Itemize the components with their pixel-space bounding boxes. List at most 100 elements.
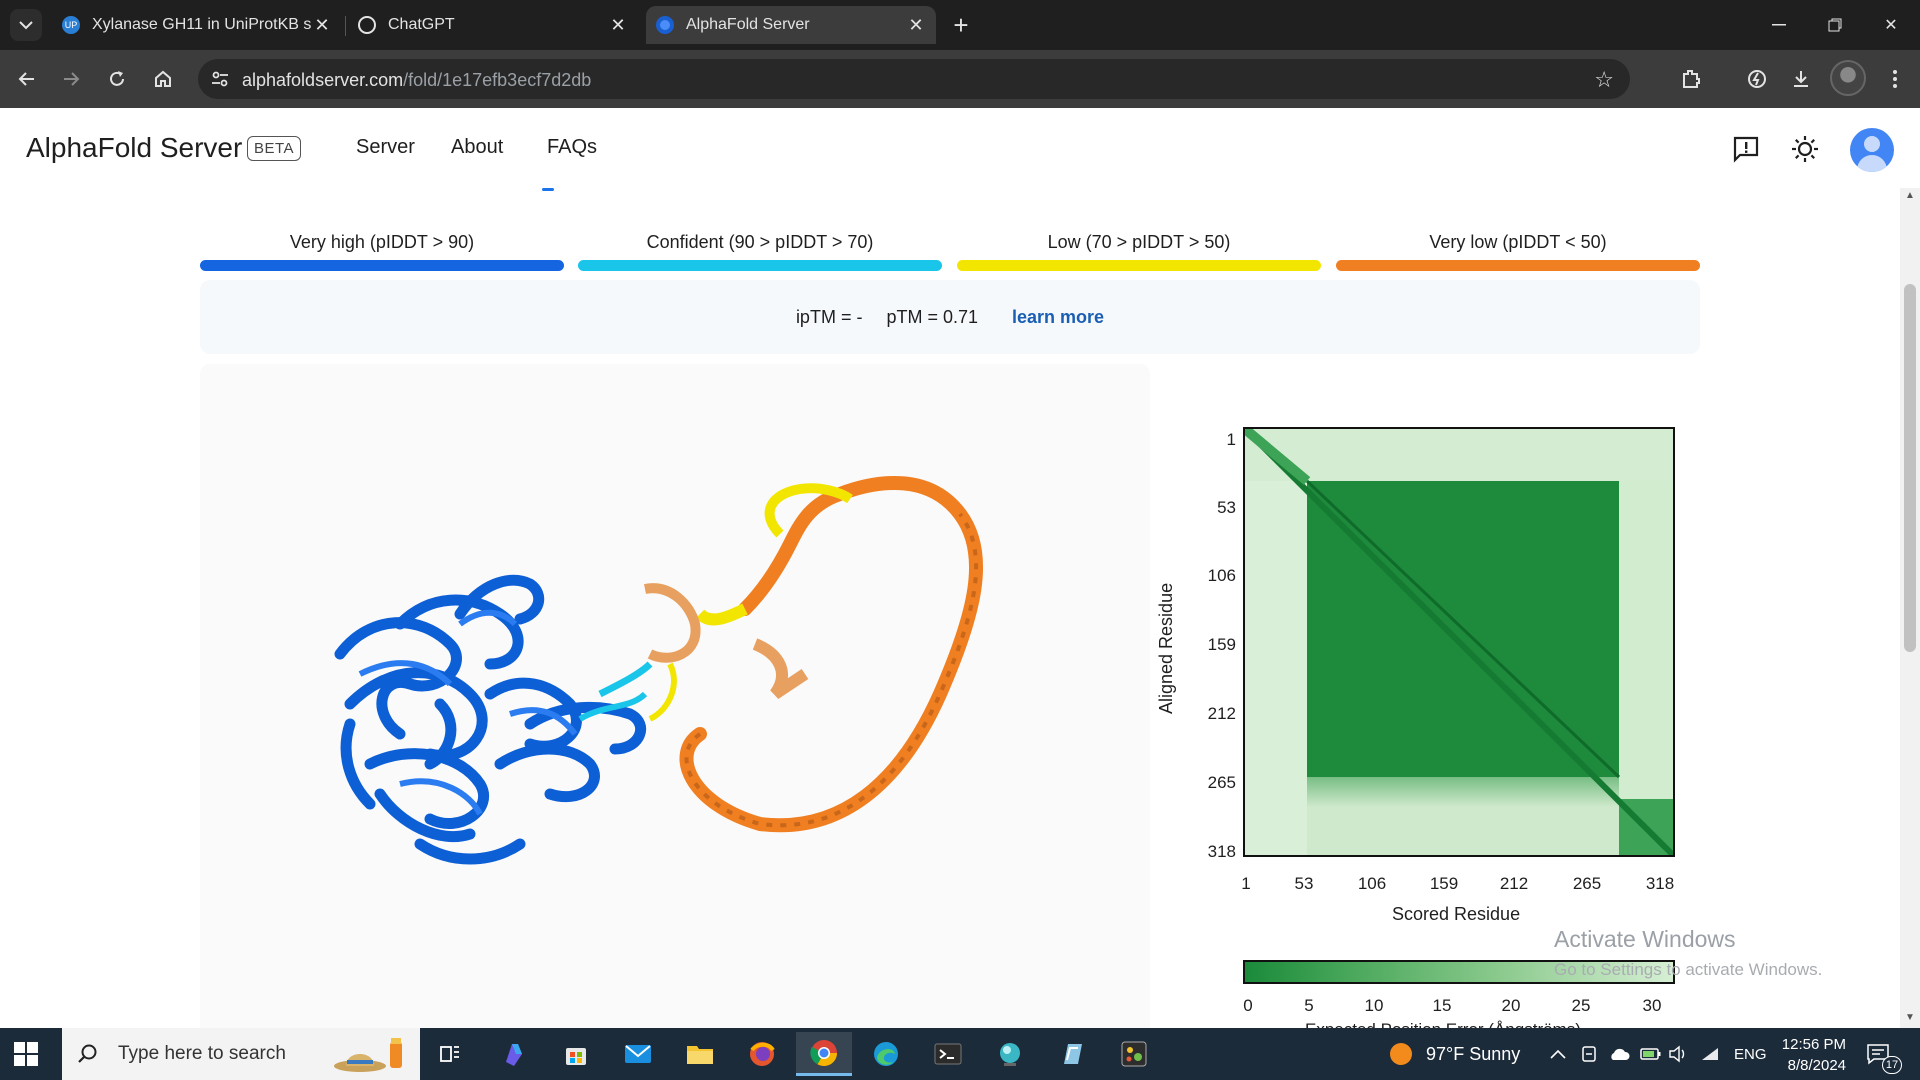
tab-search-icon[interactable] xyxy=(10,9,42,41)
volume-icon[interactable] xyxy=(1668,1028,1688,1080)
microsoft-store-icon[interactable] xyxy=(548,1032,604,1076)
mail-icon[interactable] xyxy=(610,1032,666,1076)
language-indicator[interactable]: ENG xyxy=(1734,1028,1767,1080)
x-tick: 53 xyxy=(1294,874,1314,893)
colorbar-tick: 10 xyxy=(1364,996,1384,1015)
menu-kebab-icon[interactable] xyxy=(1880,64,1910,94)
site-info-icon[interactable] xyxy=(210,69,230,89)
taskbar-search[interactable]: Type here to search xyxy=(62,1028,420,1080)
feedback-icon[interactable] xyxy=(1729,132,1763,166)
bookmark-star-icon[interactable]: ☆ xyxy=(1594,67,1614,93)
brand-title[interactable]: AlphaFold Server xyxy=(26,132,242,164)
y-tick: 53 xyxy=(1217,498,1236,517)
download-icon[interactable] xyxy=(1786,64,1816,94)
minimize-button[interactable] xyxy=(1750,0,1808,50)
tab-chatgpt[interactable]: ChatGPT ✕ xyxy=(348,8,638,42)
photo-app-icon[interactable] xyxy=(1106,1032,1162,1076)
structure-viewer[interactable] xyxy=(200,364,1150,1028)
forward-button[interactable] xyxy=(56,64,86,94)
extensions-icon[interactable] xyxy=(1676,64,1706,94)
scroll-thumb[interactable] xyxy=(1904,284,1916,652)
y-tick: 1 xyxy=(1226,430,1236,449)
nav-active-indicator xyxy=(542,188,554,191)
chrome-icon[interactable] xyxy=(796,1032,852,1076)
weather-widget[interactable]: 97°F Sunny xyxy=(1388,1028,1520,1080)
close-tab-icon[interactable]: ✕ xyxy=(312,15,332,35)
notification-count: 17 xyxy=(1882,1056,1902,1074)
firefox-icon[interactable] xyxy=(734,1032,790,1076)
windows-start-icon[interactable] xyxy=(14,1042,38,1066)
home-button[interactable] xyxy=(148,64,178,94)
legend-label: Confident (90 > pIDDT > 70) xyxy=(646,232,874,252)
x-tick: 159 xyxy=(1429,874,1459,893)
y-tick: 265 xyxy=(1207,773,1236,792)
colorbar-tick: 20 xyxy=(1501,996,1521,1015)
user-avatar[interactable] xyxy=(1850,128,1894,172)
close-tab-icon[interactable]: ✕ xyxy=(906,15,926,35)
search-highlight-hat-icon xyxy=(334,1038,402,1072)
y-tick: 212 xyxy=(1207,704,1236,723)
windows-taskbar: Type here to search 97°F Sunny ENG 12:56… xyxy=(0,1028,1920,1080)
tab-title: ChatGPT xyxy=(388,16,455,33)
close-tab-icon[interactable]: ✕ xyxy=(608,15,628,35)
tab-separator xyxy=(345,16,346,36)
taskbar-clock[interactable]: 12:56 PM 8/8/2024 xyxy=(1770,1034,1846,1076)
avatar-head xyxy=(1864,136,1880,152)
nav-faqs[interactable]: FAQs xyxy=(547,136,597,159)
copilot-icon[interactable] xyxy=(486,1032,542,1076)
pae-heatmap-plot xyxy=(1245,429,1673,855)
uniprot-icon: UP xyxy=(62,16,80,34)
tab-alphafold[interactable]: AlphaFold Server ✕ xyxy=(646,6,936,44)
tray-cloud-icon[interactable] xyxy=(1608,1028,1630,1080)
tab-uniprot[interactable]: UP Xylanase GH11 in UniProtKB se ✕ xyxy=(52,8,342,42)
battery-icon[interactable] xyxy=(1640,1028,1662,1080)
theme-toggle-sun-icon[interactable] xyxy=(1788,132,1822,166)
notes-app-icon[interactable] xyxy=(1044,1032,1100,1076)
x-tick: 318 xyxy=(1645,874,1675,893)
learn-more-link[interactable]: learn more xyxy=(1012,307,1104,328)
app-orb-icon[interactable] xyxy=(982,1032,1038,1076)
colorbar-label: Expected Position Error (Ångströms) xyxy=(1305,1020,1581,1028)
colorbar-tick: 30 xyxy=(1642,996,1662,1015)
new-tab-button[interactable]: + xyxy=(946,10,976,40)
terminal-icon[interactable] xyxy=(920,1032,976,1076)
notification-center-icon[interactable]: 17 xyxy=(1866,1028,1902,1080)
y-tick: 106 xyxy=(1207,566,1236,585)
tray-device-icon[interactable] xyxy=(1580,1028,1598,1080)
protein-structure-render[interactable] xyxy=(200,364,1150,1028)
file-explorer-icon[interactable] xyxy=(672,1032,728,1076)
legend-label: Very high (pIDDT > 90) xyxy=(289,232,475,252)
pae-heatmap[interactable] xyxy=(1243,427,1675,857)
legend-very-high: Very high (pIDDT > 90) xyxy=(200,232,564,271)
activate-windows-title: Activate Windows xyxy=(1554,926,1736,952)
page-content: AlphaFold Server BETA Server About FAQs … xyxy=(0,108,1920,1028)
search-icon xyxy=(78,1044,97,1063)
nav-about[interactable]: About xyxy=(451,136,503,159)
performance-icon[interactable] xyxy=(1742,64,1772,94)
iptm-score: ipTM = - xyxy=(795,306,863,327)
legend-confident: Confident (90 > pIDDT > 70) xyxy=(578,232,942,271)
chatgpt-icon xyxy=(358,16,376,34)
url-host: alphafoldserver.com xyxy=(242,70,404,90)
colorbar-tick: 5 xyxy=(1304,996,1314,1015)
back-button[interactable] xyxy=(12,64,42,94)
nav-server[interactable]: Server xyxy=(356,136,415,159)
show-hidden-icons[interactable] xyxy=(1550,1028,1566,1080)
y-tick: 159 xyxy=(1207,635,1236,654)
scroll-down-arrow[interactable]: ▼ xyxy=(1904,1012,1916,1024)
task-view-icon[interactable] xyxy=(422,1032,478,1076)
reload-button[interactable] xyxy=(102,64,132,94)
address-bar[interactable]: alphafoldserver.com/fold/1e17efb3ecf7d2d… xyxy=(198,59,1630,99)
page-scrollbar[interactable]: ▲ ▼ xyxy=(1900,188,1920,1028)
tab-title: AlphaFold Server xyxy=(686,16,810,33)
scroll-up-arrow[interactable]: ▲ xyxy=(1904,190,1916,202)
close-window-button[interactable]: ✕ xyxy=(1862,0,1920,50)
y-tick: 318 xyxy=(1207,842,1236,861)
legend-bar xyxy=(200,260,564,271)
edge-icon[interactable] xyxy=(858,1032,914,1076)
colorbar-tick: 15 xyxy=(1432,996,1452,1015)
restore-button[interactable] xyxy=(1806,0,1864,50)
url-text: alphafoldserver.com/fold/1e17efb3ecf7d2d… xyxy=(242,70,591,91)
profile-avatar[interactable] xyxy=(1830,60,1866,96)
wifi-icon[interactable] xyxy=(1700,1028,1720,1080)
